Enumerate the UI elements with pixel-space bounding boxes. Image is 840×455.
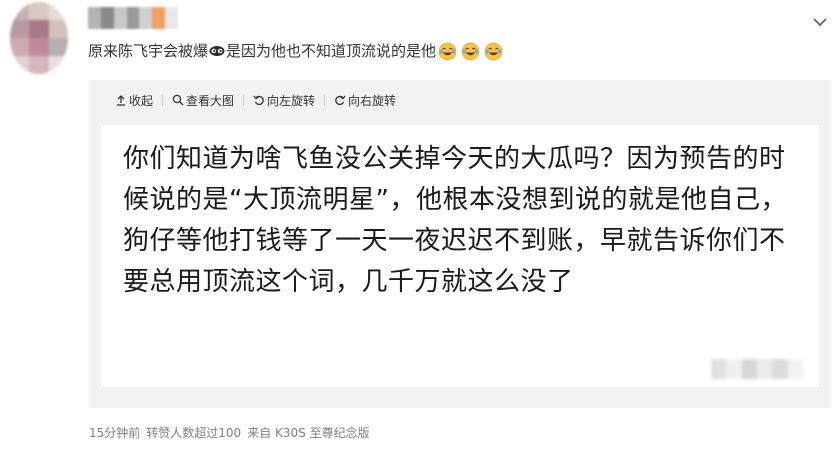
collapse-icon (117, 95, 125, 106)
view-large-button[interactable]: 查看大图 (172, 92, 234, 109)
post-time[interactable]: 15分钟前 (89, 424, 140, 441)
media-panel: 收起 查看大图 向左旋转 向右旋转 你们知道为啥飞鱼没公关掉今天的大瓜吗？因为预… (89, 80, 831, 408)
media-toolbar: 收起 查看大图 向左旋转 向右旋转 (115, 90, 396, 110)
username[interactable] (88, 7, 179, 29)
weibo-post: 原来陈飞宇会被爆 是因为他也不知道顶流说的是他 收起 查看大图 向左旋转 向右旋… (0, 0, 840, 455)
chevron-down-icon[interactable] (812, 14, 828, 30)
collapse-button[interactable]: 收起 (115, 92, 153, 109)
post-image[interactable]: 你们知道为啥飞鱼没公关掉今天的大瓜吗？因为预告的时候说的是“大顶流明星”，他根本… (101, 125, 819, 387)
magnifier-icon (172, 94, 184, 106)
view-large-label: 查看大图 (186, 93, 235, 108)
post-text: 原来陈飞宇会被爆 是因为他也不知道顶流说的是他 (88, 38, 505, 64)
rotate-right-button[interactable]: 向右旋转 (334, 92, 396, 109)
toolbar-divider (324, 94, 326, 106)
rotate-left-button[interactable]: 向左旋转 (253, 92, 315, 109)
post-text-part2: 是因为他也不知道顶流说的是他 (226, 42, 437, 60)
post-text-part1: 原来陈飞宇会被爆 (88, 42, 209, 60)
repost-stat: 转赞人数超过100 (146, 426, 242, 440)
rotate-right-label: 向右旋转 (348, 93, 397, 108)
post-source: 来自 K30S 至尊纪念版 (247, 426, 370, 440)
post-meta: 15分钟前 转赞人数超过100 来自 K30S 至尊纪念版 (89, 424, 376, 441)
rotate-left-label: 向左旋转 (267, 93, 316, 108)
laugh-tears-icon (461, 42, 480, 60)
rotate-right-icon (335, 95, 346, 106)
collapse-label: 收起 (129, 93, 154, 108)
sunglasses-eyes-icon (209, 46, 225, 56)
laugh-tears-icon (438, 42, 457, 60)
watermark (711, 359, 803, 379)
toolbar-divider (243, 94, 245, 106)
rotate-left-icon (253, 95, 264, 106)
laugh-tears-icon (484, 42, 503, 60)
image-text: 你们知道为啥飞鱼没公关掉今天的大瓜吗？因为预告的时候说的是“大顶流明星”，他根本… (123, 144, 787, 297)
avatar[interactable] (10, 2, 68, 74)
toolbar-divider (162, 94, 164, 106)
